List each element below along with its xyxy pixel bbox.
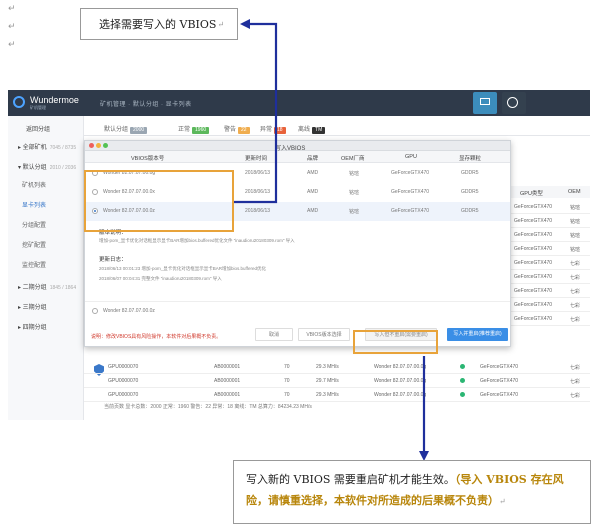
callout-warning: 险，请慎重选择，本软件对所造成的后果概不负责） (246, 494, 499, 507)
callout-warning: （导入 VBIOS 存在风 (454, 473, 564, 486)
annotation-arrows (234, 19, 429, 461)
arrow-to-top-callout (234, 22, 278, 204)
callout-text: 写入新的 VBIOS 需要重启矿机才能生效。 (246, 473, 455, 486)
bottom-callout: 写入新的 VBIOS 需要重启矿机才能生效。（导入 VBIOS 存在风 险，请慎… (233, 460, 591, 524)
return-mark: ↵ (499, 497, 506, 506)
arrowhead-left-icon (240, 19, 250, 29)
